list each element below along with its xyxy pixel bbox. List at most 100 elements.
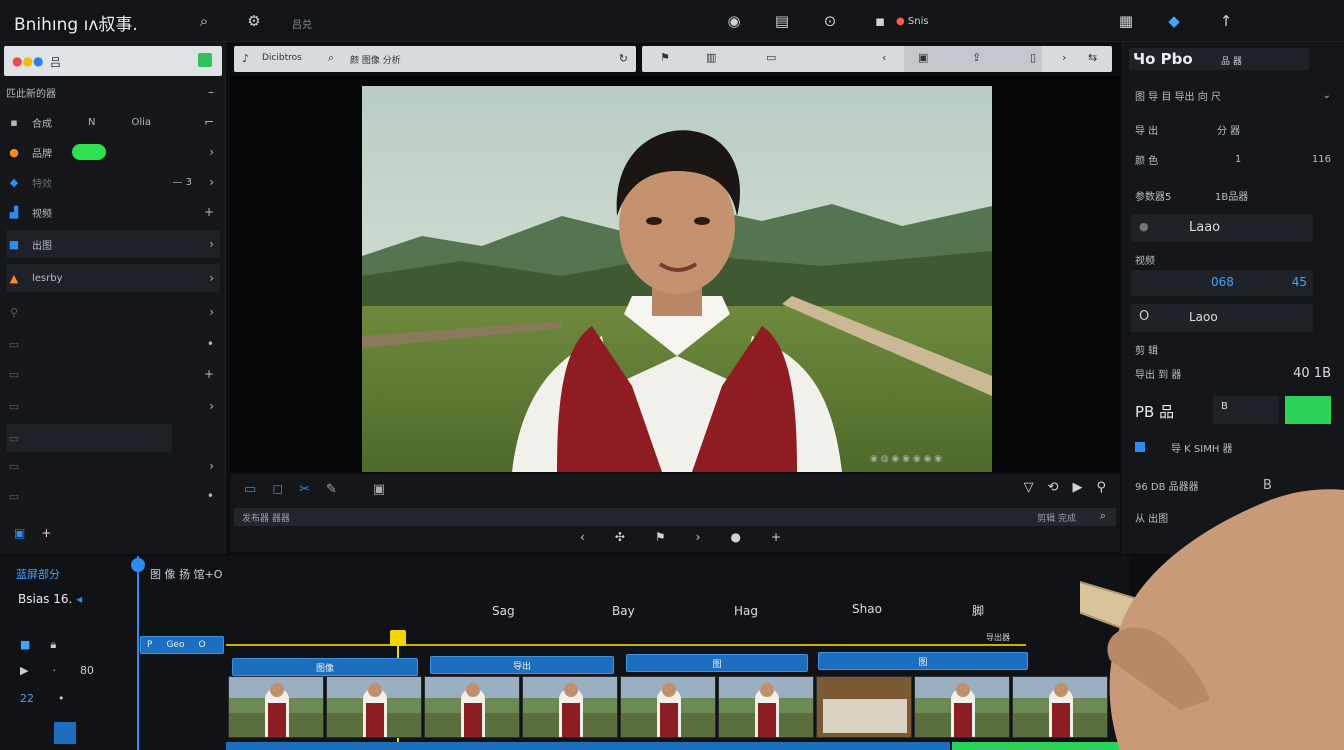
speaker-icon[interactable]: ▶: [20, 664, 28, 677]
brand-toggle[interactable]: [72, 144, 106, 160]
left-row-empty[interactable]: ▭ •: [6, 482, 220, 510]
left-row-empty[interactable]: ▭: [6, 424, 172, 452]
clip-thumbnail[interactable]: [914, 676, 1010, 738]
row-value[interactable]: B: [1213, 396, 1279, 424]
playhead-line[interactable]: [137, 556, 139, 750]
flag-icon[interactable]: ⚑: [660, 51, 670, 64]
inspector-row[interactable]: PB 品 B: [1135, 396, 1331, 424]
audio-track[interactable]: [226, 742, 950, 750]
plus-icon[interactable]: +: [204, 367, 214, 381]
track-icon[interactable]: ■: [20, 638, 30, 652]
chevron-right-icon[interactable]: ›: [209, 271, 214, 285]
chevron-right-icon[interactable]: ›: [209, 237, 214, 251]
step-back-icon[interactable]: ‹: [580, 530, 585, 544]
minus-icon[interactable]: –: [208, 85, 214, 99]
play-marker-icon[interactable]: ◂: [76, 592, 82, 606]
dot-icon[interactable]: •: [207, 489, 214, 503]
chevron-right-icon[interactable]: ›: [209, 175, 214, 189]
chevron-right-icon[interactable]: ›: [209, 399, 214, 413]
chevron-right-icon[interactable]: ›: [209, 459, 214, 473]
inspector-row[interactable]: 导出 到 器 40 1B: [1135, 360, 1331, 386]
next-icon[interactable]: ›: [1062, 51, 1066, 64]
video-clip[interactable]: 导出: [430, 656, 614, 674]
inspector-row[interactable]: 参数器5 1B品器: [1135, 182, 1331, 208]
inspector-field[interactable]: O Laoo: [1131, 304, 1313, 332]
cut-icon[interactable]: ✂: [299, 482, 310, 497]
camera-icon[interactable]: ◉: [722, 9, 746, 33]
left-row-lesrby[interactable]: ▲ lesrby ›: [6, 264, 220, 292]
inspector-field[interactable]: ● Laao: [1131, 214, 1313, 242]
inspector-field[interactable]: 068 45: [1131, 270, 1313, 296]
left-row-empty[interactable]: ▭ +: [6, 360, 220, 388]
left-row-empty[interactable]: ▭ ›: [6, 392, 220, 420]
clip-thumbnail[interactable]: [424, 676, 520, 738]
viewer-controls[interactable]: ◉ ◍ ◉ ◉ ◉ ◉ ◉: [870, 454, 942, 464]
left-row-output[interactable]: ■ 出图 ›: [6, 230, 220, 258]
dot-icon[interactable]: •: [207, 337, 214, 351]
edit-icon[interactable]: ▣: [14, 526, 25, 540]
loop-icon[interactable]: ⟲: [1048, 480, 1059, 495]
keyframe-icon[interactable]: ●: [730, 530, 740, 544]
select-icon[interactable]: ▭: [244, 482, 256, 497]
add-icon[interactable]: +: [771, 530, 781, 544]
search-icon[interactable]: ⌕: [328, 51, 334, 65]
chevron-right-icon[interactable]: ›: [209, 305, 214, 319]
crop-icon[interactable]: ▭: [766, 51, 776, 64]
clip-header[interactable]: P Geo O: [140, 636, 224, 654]
inspector-dropdown[interactable]: 图 导 目 导出 向 尺 ⌄: [1135, 82, 1331, 108]
frame-icon[interactable]: ▣: [373, 482, 385, 497]
chevron-down-icon[interactable]: ⌄: [1323, 90, 1331, 101]
clip-thumbnail[interactable]: [326, 676, 422, 738]
export-icon[interactable]: ⇪: [972, 51, 981, 64]
add-icon[interactable]: [198, 53, 212, 67]
inspector-row[interactable]: 颜 色 1 116: [1135, 146, 1331, 172]
left-row-empty[interactable]: ⚲ ›: [6, 298, 220, 326]
clip-thumbnail-selected[interactable]: [816, 676, 912, 738]
step-forward-icon[interactable]: ›: [696, 530, 701, 544]
left-row-empty[interactable]: ▭ •: [6, 330, 220, 358]
clip-thumbnail[interactable]: [620, 676, 716, 738]
video-clip[interactable]: 图像: [232, 658, 418, 676]
clip-thumbnail[interactable]: [718, 676, 814, 738]
arrow-up-icon[interactable]: ↑: [1214, 9, 1238, 33]
box-icon[interactable]: ▪: [868, 9, 892, 33]
apply-button[interactable]: [1285, 396, 1331, 424]
gallery-icon[interactable]: ⚙: [242, 9, 266, 33]
plus-icon[interactable]: +: [204, 205, 214, 219]
left-section-header[interactable]: 匹此新的器 –: [6, 78, 220, 106]
track-mute-button[interactable]: [54, 722, 76, 744]
left-row-effects[interactable]: ◆ 特效 — 3 ›: [6, 168, 220, 196]
clipboard-icon[interactable]: ▤: [770, 9, 794, 33]
video-viewer[interactable]: ◉ ◍ ◉ ◉ ◉ ◉ ◉: [230, 76, 1120, 472]
chevron-right-icon[interactable]: ›: [209, 145, 214, 159]
scrub-track[interactable]: 发布器 器器 剪辑 完成 ⌕: [234, 508, 1116, 526]
mask-icon[interactable]: ▽: [1024, 480, 1034, 495]
marker-icon[interactable]: ⚑: [655, 530, 666, 544]
left-row-brand[interactable]: ● 品牌 ›: [6, 138, 220, 166]
video-clip[interactable]: 图: [626, 654, 808, 672]
pen-icon[interactable]: ✎: [326, 482, 337, 497]
refresh-icon[interactable]: ↻: [619, 52, 628, 65]
clip-thumbnail[interactable]: [522, 676, 618, 738]
lock-icon[interactable]: ▯: [1030, 51, 1036, 64]
music-icon[interactable]: ♪: [242, 52, 249, 65]
brand-icon[interactable]: ◆: [1162, 9, 1186, 33]
clip-thumbnail[interactable]: [228, 676, 324, 738]
inspector-row[interactable]: 导 K SIMH 器: [1135, 434, 1331, 460]
add-button[interactable]: +: [41, 526, 51, 540]
lock-icon[interactable]: 🔒︎: [50, 638, 56, 652]
search-icon[interactable]: ⌕: [192, 9, 216, 33]
video-clip[interactable]: 图: [818, 652, 1028, 670]
table-icon[interactable]: ▦: [1114, 9, 1138, 33]
image-icon[interactable]: ▣: [918, 51, 928, 64]
checkbox-icon[interactable]: [1135, 442, 1145, 452]
prev-icon[interactable]: ‹: [882, 51, 886, 64]
playhead-handle[interactable]: [131, 558, 145, 572]
left-row-video[interactable]: ▟ 视频 +: [6, 198, 220, 226]
move-icon[interactable]: ✣: [615, 530, 625, 544]
crop-icon[interactable]: ◻: [272, 482, 283, 497]
record-icon[interactable]: ⊙: [818, 9, 842, 33]
trash-icon[interactable]: ▥: [706, 51, 716, 64]
left-search-bar[interactable]: ●●● 吕: [4, 46, 222, 76]
video-frame[interactable]: [362, 86, 992, 472]
